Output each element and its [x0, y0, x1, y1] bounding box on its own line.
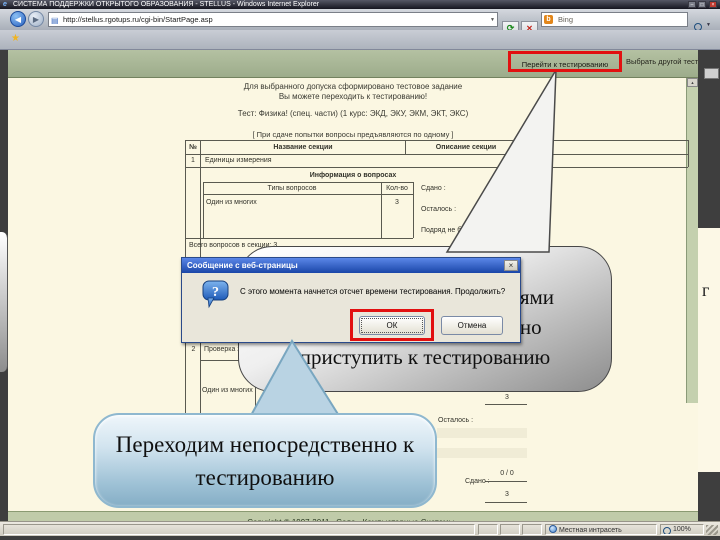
sub-row-count: 3 — [395, 199, 399, 206]
minimize-button[interactable]: – — [688, 1, 696, 8]
sub-col-type: Типы вопросов — [267, 185, 317, 192]
highlight-box-ok — [350, 309, 434, 341]
page-icon: ▤ — [51, 16, 59, 25]
table-border — [688, 140, 689, 167]
security-zone-label: Местная интрасеть — [558, 527, 622, 534]
table-border — [485, 502, 527, 503]
status-pane — [478, 524, 498, 535]
close-button[interactable]: × — [709, 1, 717, 8]
intro-line-2: Вы можете переходить к тестированию! — [278, 92, 428, 101]
address-input[interactable]: ▤ http://stellus.rgotups.ru/cgi-bin/Star… — [48, 12, 498, 27]
cancel-button[interactable]: Отмена — [441, 316, 503, 335]
blue-callout-line2: тестированию — [195, 465, 335, 490]
desc-left-label: Осталось : — [421, 206, 457, 213]
address-bar: ◀ ▶ ▤ http://stellus.rgotups.ru/cgi-bin/… — [0, 9, 720, 36]
table-border — [485, 481, 527, 482]
table-border — [485, 404, 527, 405]
webpage-message-dialog: Сообщение с веб-страницы × ? С этого мом… — [181, 257, 521, 343]
globe-icon — [549, 525, 557, 533]
window-titlebar: e СИСТЕМА ПОДДЕРЖКИ ОТКРЫТОГО ОБРАЗОВАНИ… — [0, 0, 720, 9]
search-engine-label: Bing — [558, 15, 574, 24]
cutoff-callout-fragment: г — [698, 228, 720, 472]
table-border — [185, 238, 413, 239]
zoom-level: 100% — [673, 526, 691, 533]
row2-type: Один из многих — [202, 387, 253, 394]
table-border — [185, 167, 688, 168]
dialog-message: С этого момента начнется отсчет времени … — [240, 287, 506, 296]
search-options-dropdown-icon[interactable]: ▼ — [706, 22, 711, 28]
goto-test-button[interactable]: Перейти к тестированию — [508, 51, 622, 72]
value-fragment: 3 — [505, 394, 509, 401]
choose-other-test-link[interactable]: Выбрать другой тест — [626, 57, 698, 66]
table-col-desc: Описание секции — [435, 144, 497, 151]
value-fragment: 0 / 0 — [500, 470, 514, 477]
table-stripe — [437, 448, 527, 458]
ie-logo-icon: e — [3, 1, 7, 8]
zoom-pane[interactable]: 100% — [660, 524, 704, 535]
test-title-line: Тест: Физика! (спец. части) (1 курс: ЭКД… — [237, 109, 469, 118]
page-scrollbar[interactable]: ▲ — [686, 78, 698, 403]
sub-row-type: Один из многих — [206, 199, 257, 206]
done-fragment-label: Сдано : — [465, 478, 489, 485]
address-dropdown-icon[interactable]: ▼ — [490, 14, 495, 26]
zoom-magnifier-icon — [663, 527, 671, 534]
forward-button[interactable]: ▶ — [28, 11, 44, 27]
status-pane — [522, 524, 542, 535]
cutoff-callout-fragment-left — [0, 232, 8, 372]
cutoff-text-fragment: г — [702, 280, 710, 300]
favorites-bar: ★ Избранное ✦ СИСТЕМА ПОДДЕРЖКИ ОТКРЫТОГ… — [0, 30, 720, 78]
row2-num: 2 — [191, 346, 196, 353]
table-stripe — [437, 428, 527, 438]
cutoff-box-fragment — [704, 68, 719, 79]
desc-done-label: Сдано : — [421, 185, 446, 192]
search-input[interactable]: b Bing — [541, 12, 688, 27]
table-border — [185, 154, 688, 155]
security-zone-pane: Местная интрасеть — [545, 524, 657, 535]
svg-text:?: ? — [212, 285, 219, 300]
address-url: http://stellus.rgotups.ru/cgi-bin/StartP… — [63, 15, 213, 24]
table-border — [185, 140, 688, 141]
sub-col-count: Кол-во — [386, 185, 408, 192]
left-fragment-label: Осталось : — [438, 417, 474, 424]
dialog-titlebar[interactable]: Сообщение с веб-страницы — [182, 258, 520, 273]
window-title: СИСТЕМА ПОДДЕРЖКИ ОТКРЫТОГО ОБРАЗОВАНИЯ … — [13, 1, 320, 8]
question-balloon-icon: ? — [202, 280, 229, 309]
maximize-button[interactable]: □ — [698, 1, 706, 8]
back-button[interactable]: ◀ — [10, 11, 26, 27]
slide: e СИСТЕМА ПОДДЕРЖКИ ОТКРЫТОГО ОБРАЗОВАНИ… — [0, 0, 720, 540]
value-fragment: 3 — [505, 491, 509, 498]
row1-name: Единицы измерения — [205, 157, 272, 164]
row1-num: 1 — [191, 157, 195, 164]
page-footer: Copyright © 1997-2011 «Соло - Компьютерн… — [8, 511, 698, 521]
resize-grip[interactable] — [706, 525, 718, 535]
dialog-close-icon[interactable]: × — [504, 260, 518, 271]
note-line: [ При сдаче попытки вопросы предъявляютс… — [252, 130, 454, 139]
blue-callout-line1: Переходим непосредственно к — [115, 432, 415, 457]
favorites-star-icon[interactable]: ★ — [11, 33, 20, 44]
goto-test-label: Перейти к тестированию — [521, 60, 609, 69]
intro-line-1: Для выбранного допуска сформировано тест… — [243, 82, 463, 91]
slide-edge — [698, 472, 720, 521]
status-bar: Местная интрасеть 100% — [0, 521, 720, 536]
status-pane — [500, 524, 520, 535]
table-border — [413, 182, 414, 238]
callout-bubble-blue: Переходим непосредственно к тестированию — [93, 413, 437, 508]
desc-series-label: Подряд не более : — [421, 227, 481, 234]
gray-callout-line3: приступить к тестированию — [299, 345, 551, 369]
bing-logo-icon: b — [544, 15, 553, 24]
table-col-name: Название секции — [273, 144, 333, 151]
info-title: Информация о вопросах — [309, 172, 397, 179]
table-col-num: № — [189, 144, 197, 151]
status-pane-main — [3, 524, 475, 535]
